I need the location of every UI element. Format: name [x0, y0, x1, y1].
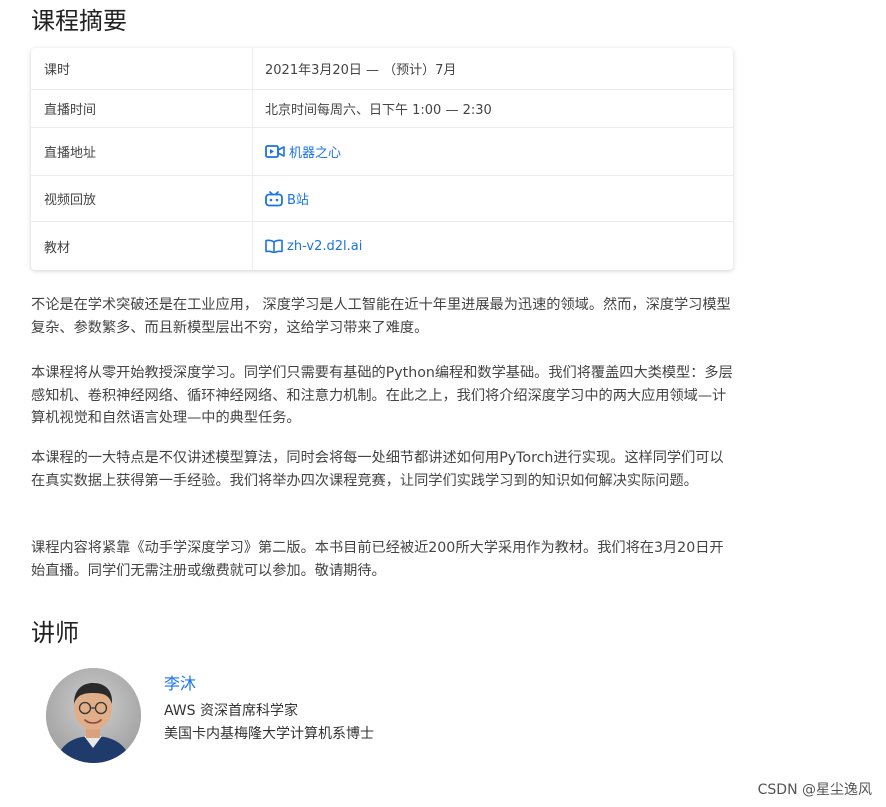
info-value: zh-v2.d2l.ai	[253, 222, 362, 270]
info-row-live-url: 直播地址 机器之心	[31, 128, 733, 176]
info-label: 直播地址	[31, 128, 253, 175]
instructor-name-link[interactable]: 李沐	[164, 670, 196, 694]
info-value: 2021年3月20日 — （预计）7月	[265, 63, 457, 78]
info-label: 教材	[31, 222, 253, 270]
bilibili-tv-icon	[265, 190, 283, 206]
description-paragraph: 本课程的一大特点是不仅讲述模型算法，同时会将每一处细节都讲述如何用PyTorch…	[31, 450, 724, 489]
info-value: B站	[253, 176, 309, 221]
description-paragraph: 本课程将从零开始教授深度学习。同学们只需要有基础的Python编程和数学基础。我…	[31, 365, 733, 426]
instructor-title: AWS 资深首席科学家	[164, 703, 298, 719]
info-row-live-time: 直播时间 北京时间每周六、日下午 1:00 — 2:30	[31, 90, 733, 128]
course-info-table: 课时 2021年3月20日 — （预计）7月 直播时间 北京时间每周六、日下午 …	[31, 48, 733, 270]
textbook-link-label: zh-v2.d2l.ai	[287, 238, 363, 254]
description-paragraph: 课程内容将紧靠《动手学深度学习》第二版。本书目前已经被近200所大学采用作为教材…	[31, 540, 724, 579]
live-stream-link[interactable]: 机器之心	[265, 142, 341, 161]
section-title-summary: 课程摘要	[31, 7, 127, 35]
info-label: 课时	[31, 48, 253, 89]
video-camera-icon	[265, 145, 285, 158]
live-stream-link-label: 机器之心	[289, 146, 342, 161]
video-replay-link[interactable]: B站	[265, 189, 309, 208]
info-value: 北京时间每周六、日下午 1:00 — 2:30	[265, 103, 492, 118]
section-title-instructor: 讲师	[31, 619, 79, 647]
info-value: 机器之心	[253, 128, 341, 175]
info-row-video-replay: 视频回放 B站	[31, 176, 733, 222]
info-label: 视频回放	[31, 176, 253, 221]
description-paragraph: 不论是在学术突破还是在工业应用， 深度学习是人工智能在近十年里进展最为迅速的领域…	[31, 297, 731, 336]
info-row-textbook: 教材 zh-v2.d2l.ai	[31, 222, 733, 270]
open-book-icon	[265, 239, 283, 253]
instructor-avatar	[46, 668, 141, 763]
info-row-duration: 课时 2021年3月20日 — （预计）7月	[31, 48, 733, 90]
instructor-degree: 美国卡内基梅隆大学计算机系博士	[164, 726, 374, 742]
video-replay-link-label: B站	[287, 193, 309, 208]
textbook-link[interactable]: zh-v2.d2l.ai	[265, 239, 362, 254]
info-label: 直播时间	[31, 90, 253, 127]
csdn-watermark: CSDN @星尘逸风	[757, 782, 872, 798]
